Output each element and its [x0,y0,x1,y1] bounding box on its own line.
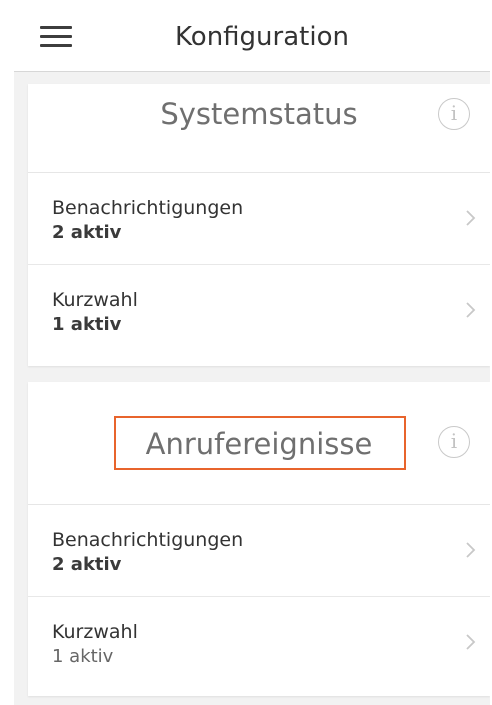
section-header: Systemstatus i [28,84,490,173]
item-value: 2 aktiv [52,554,122,575]
list-item-notifications[interactable]: Benachrichtigungen 2 aktiv [28,505,490,597]
list-item-speed-dial[interactable]: Kurzwahl 1 aktiv [28,265,490,357]
list-item-notifications[interactable]: Benachrichtigungen 2 aktiv [28,173,490,265]
item-value: 1 aktiv [52,314,122,335]
section-call-events: Anrufereignisse i Benachrichtigungen 2 a… [28,382,490,696]
list-item-speed-dial[interactable]: Kurzwahl 1 aktiv [28,597,490,689]
hamburger-menu-icon[interactable] [40,25,72,49]
info-icon[interactable]: i [438,426,470,458]
section-systemstatus: Systemstatus i Benachrichtigungen 2 akti… [28,84,490,366]
info-icon[interactable]: i [438,98,470,130]
item-title: Kurzwahl [52,289,138,311]
chevron-right-icon [466,302,476,318]
section-title: Systemstatus [160,97,358,131]
section-header: Anrufereignisse i [28,382,490,505]
page-title: Konfiguration [175,22,349,52]
app-screen: Konfiguration Systemstatus i Benachricht… [14,0,490,705]
top-bar: Konfiguration [14,0,490,72]
chevron-right-icon [466,634,476,650]
chevron-right-icon [466,542,476,558]
item-value: 1 aktiv [52,646,114,667]
item-title: Benachrichtigungen [52,197,244,219]
item-title: Benachrichtigungen [52,529,244,551]
chevron-right-icon [466,210,476,226]
item-title: Kurzwahl [52,621,138,643]
item-value: 2 aktiv [52,222,122,243]
section-title: Anrufereignisse [145,427,373,461]
